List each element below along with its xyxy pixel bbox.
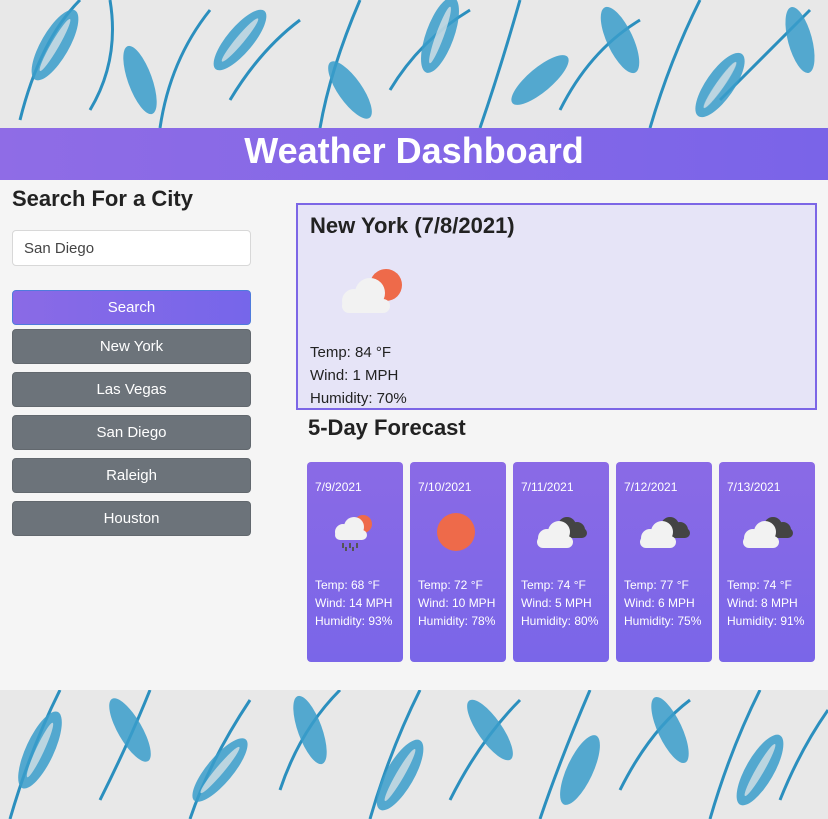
forecast-humidity: Humidity: 78% — [418, 614, 496, 628]
current-humidity: Humidity: 70% — [310, 390, 407, 407]
rain-cloud-sun-icon — [329, 512, 377, 555]
history-button-san-diego[interactable]: San Diego — [12, 415, 251, 450]
forecast-card: 7/9/2021 Temp: 68 °F Wind: 14 MPH Humidi… — [307, 462, 403, 662]
forecast-wind: Wind: 6 MPH — [624, 596, 695, 610]
forecast-stats: Temp: 68 °F Wind: 14 MPH Humidity: 93% — [315, 576, 392, 630]
current-stats: Temp: 84 °F Wind: 1 MPH Humidity: 70% — [310, 341, 407, 410]
search-history-list: New York Las Vegas San Diego Raleigh Hou… — [12, 329, 251, 536]
forecast-wind: Wind: 5 MPH — [521, 596, 592, 610]
search-heading: Search For a City — [12, 186, 193, 211]
forecast-humidity: Humidity: 80% — [521, 614, 599, 628]
forecast-date: 7/9/2021 — [315, 480, 362, 494]
forecast-card: 7/12/2021 Temp: 77 °F Wind: 6 MPH Humidi… — [616, 462, 712, 662]
clouds-icon — [535, 512, 591, 555]
city-search-input[interactable] — [12, 230, 251, 266]
forecast-wind: Wind: 10 MPH — [418, 596, 496, 610]
clouds-icon — [638, 512, 694, 555]
forecast-temp: Temp: 77 °F — [624, 578, 689, 592]
history-button-houston[interactable]: Houston — [12, 501, 251, 536]
forecast-date: 7/12/2021 — [624, 480, 678, 494]
page-title: Weather Dashboard — [0, 128, 828, 180]
feather-background-top — [0, 0, 828, 128]
sun-behind-cloud-icon — [336, 265, 406, 320]
current-wind: Wind: 1 MPH — [310, 367, 399, 384]
forecast-date: 7/10/2021 — [418, 480, 472, 494]
forecast-humidity: Humidity: 75% — [624, 614, 702, 628]
forecast-wind: Wind: 8 MPH — [727, 596, 798, 610]
clouds-icon — [741, 512, 797, 555]
forecast-card: 7/11/2021 Temp: 74 °F Wind: 5 MPH Humidi… — [513, 462, 609, 662]
dashboard-panel: Weather Dashboard Search For a City Sear… — [0, 128, 828, 690]
forecast-date: 7/11/2021 — [521, 480, 574, 494]
forecast-card: 7/13/2021 Temp: 74 °F Wind: 8 MPH Humidi… — [719, 462, 815, 662]
sun-icon — [432, 512, 480, 555]
forecast-stats: Temp: 74 °F Wind: 5 MPH Humidity: 80% — [521, 576, 598, 630]
forecast-stats: Temp: 77 °F Wind: 6 MPH Humidity: 75% — [624, 576, 701, 630]
forecast-temp: Temp: 72 °F — [418, 578, 483, 592]
forecast-humidity: Humidity: 93% — [315, 614, 393, 628]
history-button-new-york[interactable]: New York — [12, 329, 251, 364]
forecast-wind: Wind: 14 MPH — [315, 596, 393, 610]
search-sidebar: Search For a City Search New York Las Ve… — [12, 184, 251, 544]
forecast-temp: Temp: 74 °F — [521, 578, 586, 592]
current-weather-card: New York (7/8/2021) Temp: 84 °F Wind: 1 … — [296, 203, 817, 410]
current-temp: Temp: 84 °F — [310, 344, 392, 361]
current-city-heading: New York (7/8/2021) — [310, 213, 515, 238]
search-button[interactable]: Search — [12, 290, 251, 325]
history-button-las-vegas[interactable]: Las Vegas — [12, 372, 251, 407]
forecast-stats: Temp: 74 °F Wind: 8 MPH Humidity: 91% — [727, 576, 804, 630]
forecast-temp: Temp: 68 °F — [315, 578, 380, 592]
forecast-heading: 5-Day Forecast — [308, 415, 466, 440]
forecast-stats: Temp: 72 °F Wind: 10 MPH Humidity: 78% — [418, 576, 495, 630]
history-button-raleigh[interactable]: Raleigh — [12, 458, 251, 493]
forecast-temp: Temp: 74 °F — [727, 578, 792, 592]
forecast-date: 7/13/2021 — [727, 480, 781, 494]
forecast-humidity: Humidity: 91% — [727, 614, 805, 628]
forecast-card: 7/10/2021 Temp: 72 °F Wind: 10 MPH Humid… — [410, 462, 506, 662]
forecast-list: 7/9/2021 Temp: 68 °F Wind: 14 MPH Humidi… — [307, 462, 815, 662]
feather-background-bottom — [0, 690, 828, 819]
